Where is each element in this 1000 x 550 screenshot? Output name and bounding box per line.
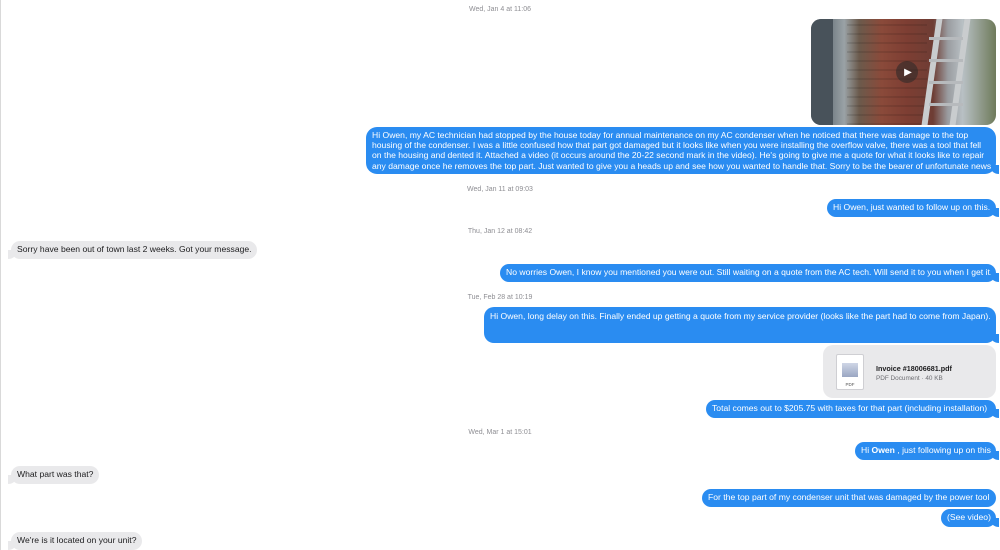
message-outgoing[interactable]: Hi Owen, long delay on this. Finally end… (484, 307, 999, 343)
video-frame-ladder (949, 19, 971, 125)
message-text: , just following up on this (894, 445, 991, 455)
timestamp: Wed, Jan 4 at 11:06 (468, 6, 531, 13)
message-outgoing[interactable]: No worries Owen, I know you mentioned yo… (500, 264, 999, 282)
play-icon[interactable]: ▶ (896, 61, 918, 83)
message-outgoing[interactable]: Hi Owen, my AC technician had stopped by… (366, 127, 999, 174)
timestamp: Tue, Feb 28 at 10:19 (467, 294, 533, 301)
message-line: on the housing and dented it. Attached a… (372, 150, 985, 161)
message-incoming[interactable]: We're is it located on your unit? (8, 532, 142, 550)
video-frame-rung (929, 103, 963, 106)
timestamp: Wed, Mar 1 at 15:01 (468, 429, 532, 436)
message-outgoing[interactable]: For the top part of my condenser unit th… (702, 489, 996, 507)
timestamp: Thu, Jan 12 at 08:42 (467, 228, 533, 235)
timestamp: Wed, Jan 11 at 09:03 (467, 186, 533, 193)
pdf-file-icon: PDF (836, 354, 864, 390)
attachment-filename: Invoice #18006681.pdf (876, 364, 952, 373)
pdf-thumbnail-label: PDF (845, 382, 855, 387)
message-outgoing[interactable]: Total comes out to $205.75 with taxes fo… (706, 400, 999, 418)
video-frame-post (811, 19, 833, 125)
message-incoming[interactable]: Sorry have been out of town last 2 weeks… (8, 241, 257, 259)
mentioned-name: Owen (871, 445, 895, 455)
window-left-border (0, 0, 1, 550)
message-line: any damage once he removes the top part.… (372, 160, 994, 171)
message-text: Hi (861, 445, 872, 455)
message-outgoing[interactable]: (See video) (941, 509, 999, 527)
video-frame-rung (929, 37, 963, 40)
file-attachment[interactable]: PDF Invoice #18006681.pdf PDF Document ·… (823, 345, 996, 398)
video-attachment[interactable]: ▶ (811, 19, 996, 125)
message-incoming[interactable]: What part was that? (8, 466, 99, 484)
pdf-thumbnail (842, 363, 858, 377)
message-line: Hi Owen, my AC technician had stopped by… (372, 130, 969, 140)
message-line: housing of the condenser. I was a little… (372, 140, 982, 151)
video-frame-rung (929, 81, 963, 84)
attachment-meta: PDF Document · 40 KB (876, 375, 943, 382)
video-frame-rung (929, 59, 963, 62)
message-outgoing[interactable]: Hi Owen, just wanted to follow up on thi… (827, 199, 999, 217)
message-outgoing[interactable]: Hi Owen , just following up on this (855, 442, 999, 460)
